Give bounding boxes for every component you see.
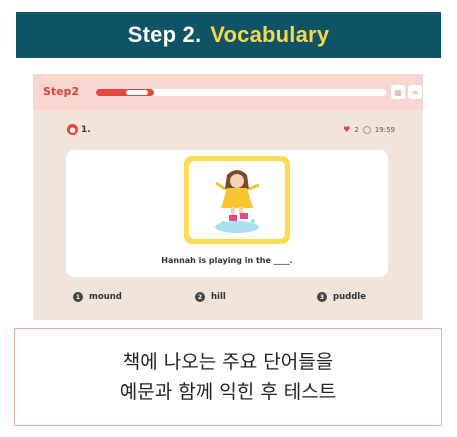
- quiz-top-bar: Step2 ▦ ≡: [33, 74, 423, 110]
- option-label: hill: [211, 292, 226, 302]
- list-icon: ≡: [411, 87, 419, 97]
- banner-title: Vocabulary: [210, 22, 330, 47]
- caption-line-2: 예문과 함께 익힌 후 테스트: [119, 381, 337, 403]
- progress-knob: [126, 90, 148, 95]
- heart-icon: ♥: [343, 125, 351, 134]
- description-caption: 책에 나오는 주요 단어들을 예문과 함께 익힌 후 테스트: [14, 328, 442, 426]
- timer: 19:59: [374, 125, 395, 134]
- grid-view-button[interactable]: ▦: [391, 85, 405, 99]
- illustration-frame: [184, 156, 290, 244]
- hearts-count: 2: [354, 125, 359, 134]
- girl-puddle-illustration: [189, 161, 285, 239]
- step-label: Step2: [43, 85, 80, 98]
- option-label: mound: [89, 292, 122, 302]
- question-badge-icon: ●: [67, 124, 78, 135]
- header-banner: Step 2. Vocabulary: [16, 12, 441, 58]
- question-number: ● 1.: [67, 124, 91, 135]
- option-mound[interactable]: 1 mound: [73, 292, 122, 302]
- banner-step: Step 2.: [127, 22, 202, 47]
- option-number-badge: 3: [317, 292, 327, 302]
- option-label: puddle: [333, 292, 366, 302]
- question-number-text: 1.: [81, 124, 91, 135]
- question-meta: ● 1. ♥ 2 19:59: [33, 124, 423, 138]
- quiz-app-screenshot: Step2 ▦ ≡ ● 1. ♥ 2 19:59 Hannah is playi…: [33, 74, 423, 320]
- answer-options: 1 mound 2 hill 3 puddle: [33, 292, 423, 306]
- question-sentence: Hannah is playing in the ____.: [161, 256, 293, 265]
- question-stats: ♥ 2 19:59: [343, 125, 395, 134]
- clock-icon: [362, 125, 371, 134]
- grid-icon: ▦: [394, 87, 402, 97]
- option-number-badge: 1: [73, 292, 83, 302]
- progress-bar: [96, 89, 386, 96]
- option-puddle[interactable]: 3 puddle: [317, 292, 366, 302]
- option-number-badge: 2: [195, 292, 205, 302]
- question-card: Hannah is playing in the ____.: [66, 150, 388, 277]
- list-view-button[interactable]: ≡: [408, 85, 422, 99]
- caption-line-1: 책에 나오는 주요 단어들을: [122, 351, 334, 373]
- option-hill[interactable]: 2 hill: [195, 292, 226, 302]
